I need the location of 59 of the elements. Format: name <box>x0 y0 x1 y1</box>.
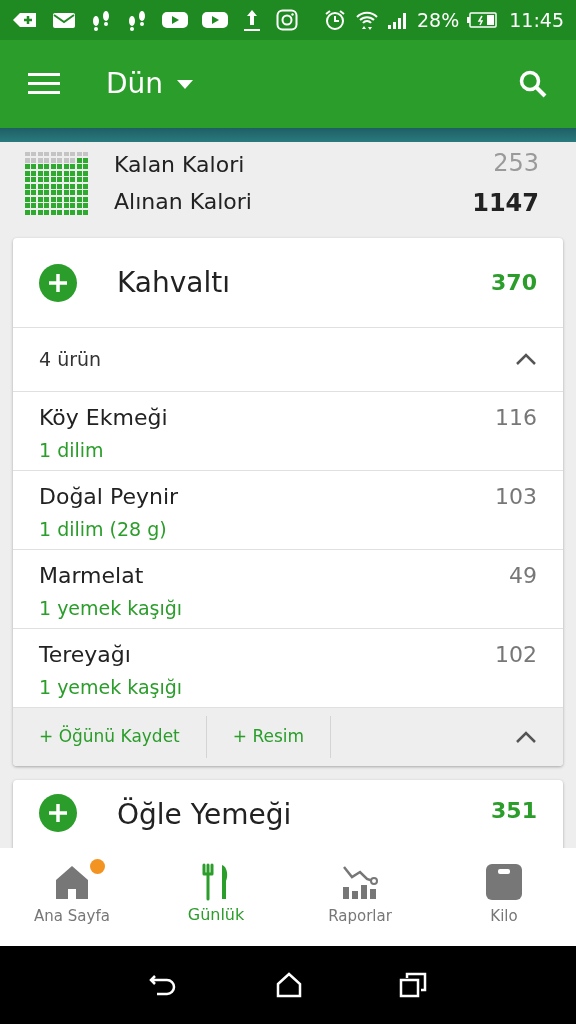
play-icon <box>202 11 228 29</box>
food-item[interactable]: Marmelat 1 yemek kaşığı 49 <box>13 550 563 629</box>
food-name: Köy Ekmeği <box>39 404 168 432</box>
caret-icon <box>177 79 194 89</box>
calorie-value: 253 <box>493 148 539 179</box>
meal-title: Öğle Yemeği <box>117 796 292 833</box>
home-icon <box>53 863 91 901</box>
meal-calories: 351 <box>491 797 537 825</box>
play-icon <box>162 11 188 29</box>
nav-tab[interactable]: Kilo <box>432 848 576 946</box>
calorie-label: Kalan Kalori <box>114 151 246 179</box>
add-icon[interactable] <box>39 794 77 832</box>
clock-time: 11:45 <box>509 7 564 33</box>
recent-apps-icon[interactable] <box>399 972 428 998</box>
search-button[interactable] <box>518 69 548 99</box>
food-portion: 1 dilim (28 g) <box>39 517 168 542</box>
menu-icon <box>28 73 60 95</box>
calorie-grid-chart <box>25 151 88 215</box>
food-portion: 1 yemek kaşığı <box>39 675 183 700</box>
signal-icon <box>387 10 409 30</box>
nav-tab[interactable]: Raporlar <box>288 848 432 946</box>
food-name: Tereyağı <box>39 641 132 669</box>
camera-icon <box>276 9 298 31</box>
notification-icon <box>12 11 38 29</box>
collapse-icon[interactable] <box>515 353 537 366</box>
calorie-label: Alınan Kalori <box>114 188 252 216</box>
upload-icon <box>242 8 262 32</box>
food-item[interactable]: Köy Ekmeği 1 dilim 116 <box>13 392 563 471</box>
food-calories: 116 <box>495 404 537 432</box>
alarm-icon <box>323 9 347 31</box>
food-calories: 103 <box>495 483 537 511</box>
scale-icon <box>485 863 523 901</box>
menu-button[interactable] <box>28 72 60 96</box>
search-icon <box>518 69 548 99</box>
meal-title: Kahvaltı <box>117 264 231 301</box>
nav-tab[interactable]: Ana Sayfa <box>0 848 144 946</box>
food-name: Doğal Peynir <box>39 483 179 511</box>
food-portion: 1 dilim <box>39 438 105 463</box>
item-count: 4 ürün <box>39 347 102 373</box>
wifi-icon <box>355 9 379 31</box>
home-icon[interactable] <box>276 972 302 998</box>
collapse-icon[interactable] <box>515 730 537 744</box>
mail-icon <box>52 11 76 29</box>
action-link[interactable]: + Öğünü Kaydet <box>13 716 207 758</box>
add-icon[interactable] <box>39 263 77 302</box>
calorie-value: 1147 <box>472 188 539 219</box>
food-name: Marmelat <box>39 562 145 590</box>
battery-icon <box>467 12 498 28</box>
food-item[interactable]: Doğal Peynir 1 dilim (28 g) 103 <box>13 471 563 550</box>
battery-percentage: 28% <box>417 7 460 33</box>
nav-tab[interactable]: Günlük <box>144 848 288 946</box>
food-calories: 49 <box>509 562 537 590</box>
footprints-icon <box>90 9 112 31</box>
meal-calories: 370 <box>491 269 537 297</box>
date-dropdown[interactable]: Dün <box>106 63 194 105</box>
food-portion: 1 yemek kaşığı <box>39 596 183 621</box>
footprints-icon <box>126 9 148 31</box>
action-link[interactable]: + Resim <box>206 716 332 758</box>
food-calories: 102 <box>495 641 537 669</box>
